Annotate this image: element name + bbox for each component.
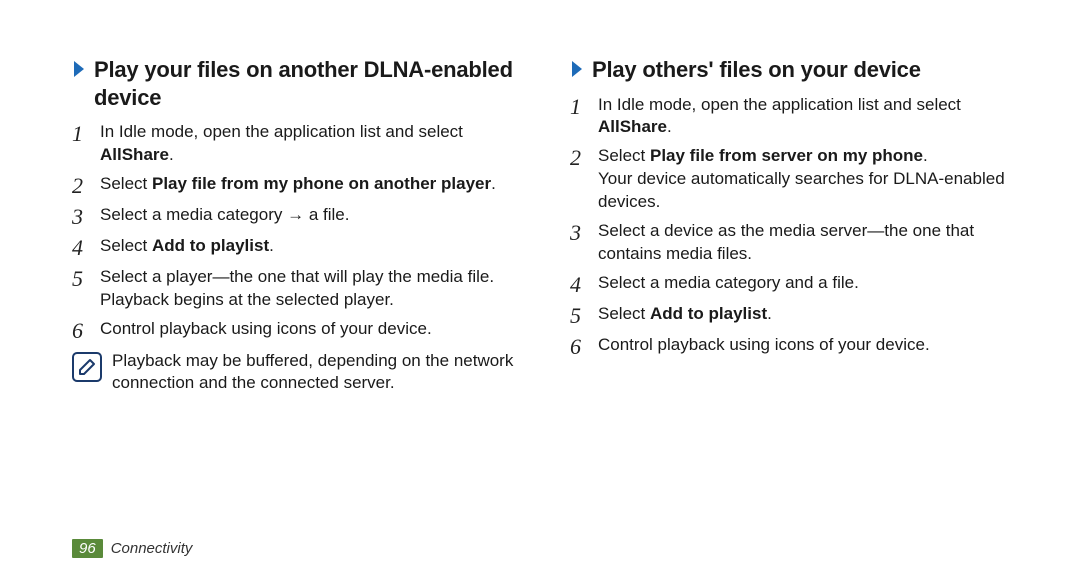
- step-item: 3Select a media category → a file.: [72, 204, 522, 229]
- step-item: 1In Idle mode, open the application list…: [570, 94, 1020, 140]
- step-text: Select Add to playlist.: [598, 303, 772, 326]
- step-item: 2Select Play file from server on my phon…: [570, 145, 1020, 214]
- step-text: Select a device as the media server—the …: [598, 220, 1020, 266]
- step-item: 2Select Play file from my phone on anoth…: [72, 173, 522, 198]
- step-number: 4: [570, 272, 598, 297]
- step-text: Select a media category → a file.: [100, 204, 349, 227]
- page-number: 96: [72, 539, 103, 558]
- step-number: 5: [72, 266, 100, 291]
- chevron-right-icon: [72, 60, 86, 78]
- step-number: 2: [72, 173, 100, 198]
- step-item: 6Control playback using icons of your de…: [570, 334, 1020, 359]
- step-number: 3: [570, 220, 598, 245]
- step-text: Control playback using icons of your dev…: [598, 334, 930, 357]
- chevron-right-icon: [570, 60, 584, 78]
- left-heading: Play your files on another DLNA-enabled …: [72, 56, 522, 111]
- step-text: Control playback using icons of your dev…: [100, 318, 432, 341]
- right-steps-list: 1In Idle mode, open the application list…: [570, 94, 1020, 360]
- step-item: 4Select a media category and a file.: [570, 272, 1020, 297]
- step-item: 6Control playback using icons of your de…: [72, 318, 522, 343]
- step-item: 5Select Add to playlist.: [570, 303, 1020, 328]
- step-text: In Idle mode, open the application list …: [598, 94, 1020, 140]
- step-text: Select a media category and a file.: [598, 272, 859, 295]
- step-number: 6: [570, 334, 598, 359]
- right-column: Play others' files on your device 1In Id…: [570, 56, 1020, 395]
- step-number: 6: [72, 318, 100, 343]
- step-number: 1: [570, 94, 598, 119]
- step-item: 4Select Add to playlist.: [72, 235, 522, 260]
- left-steps-list: 1In Idle mode, open the application list…: [72, 121, 522, 344]
- step-text: Select Play file from server on my phone…: [598, 145, 1020, 214]
- step-number: 1: [72, 121, 100, 146]
- note-icon: [72, 352, 102, 382]
- right-heading-text: Play others' files on your device: [592, 56, 921, 84]
- page-columns: Play your files on another DLNA-enabled …: [72, 56, 1020, 395]
- section-name: Connectivity: [111, 540, 193, 557]
- step-number: 5: [570, 303, 598, 328]
- right-heading: Play others' files on your device: [570, 56, 1020, 84]
- step-item: 1In Idle mode, open the application list…: [72, 121, 522, 167]
- step-number: 2: [570, 145, 598, 170]
- left-note-text: Playback may be buffered, depending on t…: [112, 350, 522, 396]
- left-note: Playback may be buffered, depending on t…: [72, 350, 522, 396]
- step-item: 3Select a device as the media server—the…: [570, 220, 1020, 266]
- left-column: Play your files on another DLNA-enabled …: [72, 56, 522, 395]
- step-number: 3: [72, 204, 100, 229]
- step-number: 4: [72, 235, 100, 260]
- left-heading-text: Play your files on another DLNA-enabled …: [94, 56, 522, 111]
- step-text: Select Add to playlist.: [100, 235, 274, 258]
- page-footer: 96 Connectivity: [72, 539, 192, 558]
- step-text: In Idle mode, open the application list …: [100, 121, 522, 167]
- step-item: 5Select a player—the one that will play …: [72, 266, 522, 312]
- step-text: Select a player—the one that will play t…: [100, 266, 522, 312]
- step-text: Select Play file from my phone on anothe…: [100, 173, 496, 196]
